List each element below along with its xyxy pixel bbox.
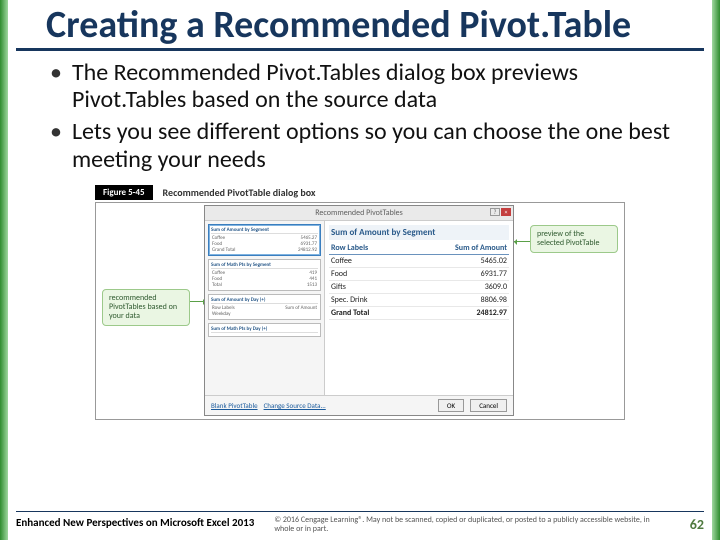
ok-button[interactable]: OK	[438, 399, 464, 412]
callout-arrow-right	[512, 241, 530, 242]
recommendation-thumb[interactable]: Sum of Amount by Segment Coffee5465.27Fo…	[208, 224, 321, 256]
callout-recommended: recommended PivotTables based on your da…	[102, 289, 190, 325]
change-source-link[interactable]: Change Source Data...	[264, 401, 326, 410]
thumb-title: Sum of Math Pts by Segment	[211, 262, 318, 269]
thumb-title: Sum of Math Pts by Day (+)	[211, 326, 318, 333]
figure-number-tab: Figure 5-45	[95, 185, 153, 200]
thumb-title: Sum of Amount by Segment	[211, 227, 318, 234]
bullet-text: The Recommended Pivot.Tables dialog box …	[72, 59, 684, 114]
recommendation-thumb[interactable]: Sum of Amount by Day (+) Row LabelsSum o…	[208, 294, 321, 320]
recommendation-thumb[interactable]: Sum of Math Pts by Segment Coffee419Food…	[208, 259, 321, 291]
recommendation-list[interactable]: Sum of Amount by Segment Coffee5465.27Fo…	[205, 221, 325, 395]
bullet-dot: •	[50, 59, 62, 114]
bullet-text: Lets you see different options so you ca…	[72, 118, 684, 173]
footer-left: Enhanced New Perspectives on Microsoft E…	[16, 516, 254, 529]
slide-title: Creating a Recommended Pivot.Table	[16, 0, 704, 51]
figure-caption: Recommended PivotTable dialog box	[163, 186, 316, 199]
callout-preview: preview of the selected PivotTable	[530, 225, 618, 253]
recommended-pivottables-dialog: Recommended PivotTables ? × Sum of Amoun…	[204, 205, 514, 416]
recommendation-thumb[interactable]: Sum of Math Pts by Day (+)	[208, 323, 321, 337]
figure-body: recommended PivotTables based on your da…	[95, 202, 625, 420]
close-icon[interactable]: ×	[501, 208, 511, 216]
cancel-button[interactable]: Cancel	[470, 399, 507, 412]
bullet-dot: •	[50, 118, 62, 173]
figure: Figure 5-45 Recommended PivotTable dialo…	[95, 185, 625, 420]
bullet-list: •The Recommended Pivot.Tables dialog box…	[0, 51, 720, 183]
footer-copyright: © 2016 Cengage Learning®. May not be sca…	[274, 516, 669, 534]
preview-pane: Sum of Amount by Segment Row LabelsSum o…	[325, 221, 513, 395]
right-edge-accent	[712, 0, 720, 540]
dialog-footer: Blank PivotTable Change Source Data... O…	[205, 395, 513, 415]
help-icon[interactable]: ?	[490, 208, 500, 216]
dialog-titlebar: Recommended PivotTables ? ×	[205, 206, 513, 221]
left-edge-accent	[0, 0, 8, 540]
col-header: Sum of Amount	[406, 242, 509, 255]
preview-heading: Sum of Amount by Segment	[329, 225, 509, 240]
thumb-title: Sum of Amount by Day (+)	[211, 297, 318, 304]
slide-footer: Enhanced New Perspectives on Microsoft E…	[16, 511, 704, 534]
figure-header: Figure 5-45 Recommended PivotTable dialo…	[95, 185, 625, 200]
blank-pivottable-link[interactable]: Blank PivotTable	[211, 401, 258, 410]
dialog-title: Recommended PivotTables	[315, 208, 403, 218]
preview-table: Row LabelsSum of Amount Coffee5465.02 Fo…	[329, 242, 509, 320]
col-header: Row Labels	[329, 242, 406, 255]
page-number: 62	[690, 516, 704, 533]
